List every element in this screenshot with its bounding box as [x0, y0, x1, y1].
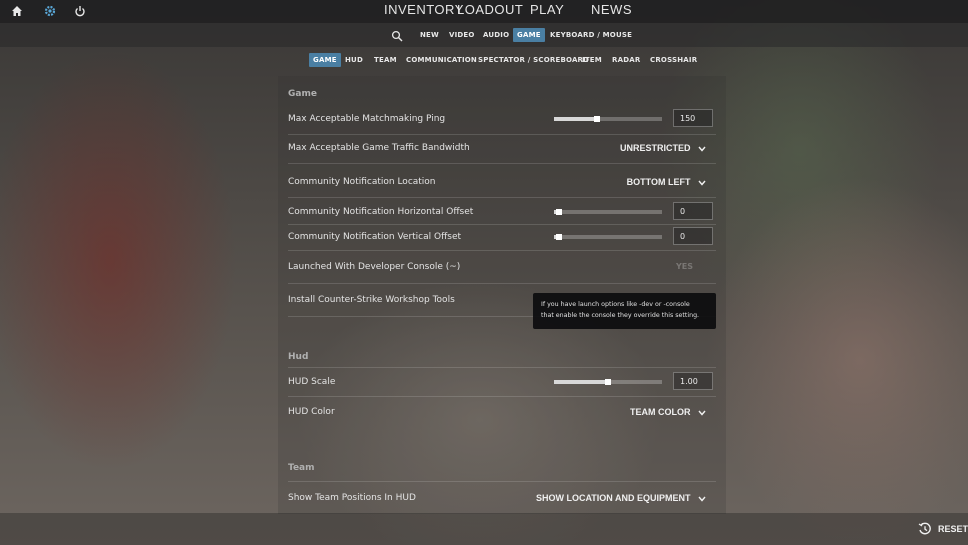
setting-notif-v-offset: Community Notification Vertical Offset 0: [288, 224, 716, 250]
slider-handle[interactable]: [605, 379, 611, 385]
setting-label: Community Notification Vertical Offset: [288, 232, 462, 242]
category-hud[interactable]: HUD: [341, 53, 367, 67]
slider-handle[interactable]: [556, 234, 562, 240]
setting-max-ping: Max Acceptable Matchmaking Ping 150: [288, 106, 716, 132]
slider-handle[interactable]: [594, 116, 600, 122]
search-icon[interactable]: [388, 27, 406, 45]
dropdown-value: TEAM COLOR: [629, 407, 691, 417]
dropdown-value: SHOW LOCATION AND EQUIPMENT: [535, 493, 691, 503]
section-title-game: Game: [288, 89, 317, 99]
history-icon: [918, 522, 931, 535]
divider: [288, 197, 716, 198]
tab-new[interactable]: NEW: [416, 28, 443, 42]
notif-location-dropdown[interactable]: BOTTOM LEFT: [627, 169, 706, 195]
setting-team-positions: Show Team Positions In HUD SHOW LOCATION…: [288, 485, 716, 511]
category-item[interactable]: ITEM: [578, 53, 606, 67]
home-icon[interactable]: [8, 2, 26, 20]
tooltip-line: If you have launch options like -dev or …: [541, 301, 690, 308]
tab-video[interactable]: VIDEO: [445, 28, 479, 42]
setting-notif-location: Community Notification Location BOTTOM L…: [288, 169, 716, 195]
setting-label: Launched With Developer Console (~): [288, 262, 461, 272]
setting-hud-color: HUD Color TEAM COLOR: [288, 399, 716, 425]
divider: [288, 163, 716, 164]
notif-h-offset-slider[interactable]: [554, 209, 662, 215]
category-team[interactable]: TEAM: [370, 53, 401, 67]
divider: [288, 367, 716, 368]
setting-label: Community Notification Location: [288, 177, 436, 187]
category-crosshair[interactable]: CROSSHAIR: [646, 53, 701, 67]
max-ping-input[interactable]: 150: [673, 109, 713, 127]
divider: [288, 283, 716, 284]
tooltip: If you have launch options like -dev or …: [533, 293, 716, 329]
bottom-bar: [0, 513, 968, 545]
setting-label: Max Acceptable Game Traffic Bandwidth: [288, 143, 470, 153]
chevron-down-icon: [698, 496, 706, 502]
slider-handle[interactable]: [556, 209, 562, 215]
chevron-down-icon: [698, 180, 706, 186]
slider-fill: [554, 380, 608, 384]
notif-h-offset-input[interactable]: 0: [673, 202, 713, 220]
category-communication[interactable]: COMMUNICATION: [402, 53, 481, 67]
section-title-hud: Hud: [288, 352, 309, 362]
section-title-team: Team: [288, 463, 315, 473]
team-positions-dropdown[interactable]: SHOW LOCATION AND EQUIPMENT: [536, 485, 706, 511]
chevron-down-icon: [698, 146, 706, 152]
dropdown-value: BOTTOM LEFT: [626, 177, 691, 187]
traffic-bandwidth-dropdown[interactable]: UNRESTRICTED: [620, 135, 706, 161]
hud-scale-slider[interactable]: [554, 379, 662, 385]
hud-color-dropdown[interactable]: TEAM COLOR: [630, 399, 706, 425]
setting-label: Community Notification Horizontal Offset: [288, 207, 474, 217]
setting-label: Install Counter-Strike Workshop Tools: [288, 295, 455, 305]
category-game[interactable]: GAME: [309, 53, 341, 67]
max-ping-slider[interactable]: [554, 116, 662, 122]
tab-game[interactable]: GAME: [513, 28, 545, 42]
category-spectator-scoreboard[interactable]: SPECTATOR / SCOREBOARD: [474, 53, 593, 67]
setting-notif-h-offset: Community Notification Horizontal Offset…: [288, 199, 716, 225]
dev-console-value: YES: [676, 262, 694, 271]
setting-hud-scale: HUD Scale 1.00: [288, 369, 716, 395]
power-icon[interactable]: [71, 2, 89, 20]
hud-scale-input[interactable]: 1.00: [673, 372, 713, 390]
divider: [288, 250, 716, 251]
dropdown-value: UNRESTRICTED: [619, 143, 691, 153]
nav-play[interactable]: PLAY: [530, 0, 564, 24]
divider: [288, 396, 716, 397]
chevron-down-icon: [698, 410, 706, 416]
setting-traffic-bandwidth: Max Acceptable Game Traffic Bandwidth UN…: [288, 135, 716, 161]
reset-button[interactable]: RESET: [918, 521, 968, 537]
setting-dev-console: Launched With Developer Console (~) YES: [288, 254, 716, 280]
tab-audio[interactable]: AUDIO: [479, 28, 513, 42]
divider: [288, 481, 716, 482]
setting-label: Max Acceptable Matchmaking Ping: [288, 114, 446, 124]
nav-inventory[interactable]: INVENTORY: [384, 0, 464, 24]
notif-v-offset-input[interactable]: 0: [673, 227, 713, 245]
nav-news[interactable]: NEWS: [591, 0, 632, 24]
tooltip-line: that enable the console they override th…: [541, 312, 700, 319]
setting-label: HUD Color: [288, 407, 335, 417]
setting-label: Show Team Positions In HUD: [288, 493, 416, 503]
slider-fill: [554, 117, 597, 121]
gear-icon[interactable]: [41, 2, 59, 20]
nav-loadout[interactable]: LOADOUT: [457, 0, 523, 24]
category-radar[interactable]: RADAR: [608, 53, 644, 67]
notif-v-offset-slider[interactable]: [554, 234, 662, 240]
reset-label: RESET: [938, 524, 968, 534]
setting-label: HUD Scale: [288, 377, 336, 387]
tab-keyboard-mouse[interactable]: KEYBOARD / MOUSE: [546, 28, 636, 42]
